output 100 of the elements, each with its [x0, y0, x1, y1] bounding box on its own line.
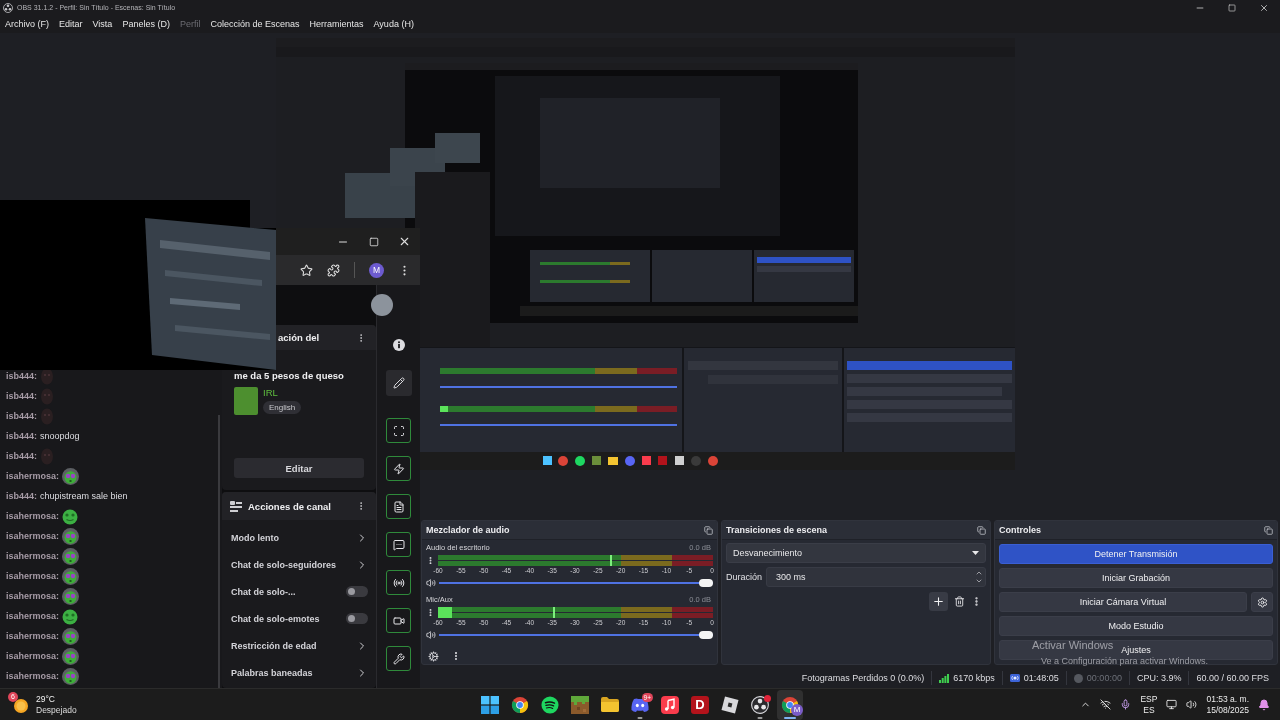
settings-button[interactable] [1251, 592, 1273, 612]
start-icon [481, 695, 499, 714]
kebab-icon[interactable] [426, 607, 435, 617]
tool-button[interactable] [386, 532, 411, 557]
speaker-icon[interactable] [426, 578, 436, 588]
action-label: Chat de solo-... [231, 586, 296, 597]
slider-thumb[interactable] [699, 631, 713, 639]
maximize-icon[interactable] [1228, 3, 1236, 12]
video-camera-icon [392, 614, 405, 627]
float-dock-icon[interactable] [704, 525, 713, 535]
chat-username[interactable]: isahermosa: [6, 671, 60, 681]
maximize-icon[interactable] [368, 236, 379, 247]
wrench-icon [392, 652, 405, 665]
gear-icon [1256, 596, 1268, 608]
action-label: Modo lento [231, 532, 279, 543]
taskbar-button[interactable]: D [687, 689, 713, 720]
taskbar-button[interactable]: M [777, 689, 803, 720]
speaker-icon[interactable] [426, 630, 436, 640]
monitor-icon[interactable] [1166, 699, 1178, 710]
volume-slider[interactable] [439, 579, 713, 587]
tool-button[interactable] [386, 456, 411, 481]
float-dock-icon[interactable] [1264, 525, 1273, 535]
duration-label: Duración [726, 572, 763, 582]
tool-button[interactable] [386, 570, 411, 595]
toggle-switch[interactable] [346, 613, 368, 624]
gear-icon[interactable] [428, 650, 439, 662]
category-link[interactable]: IRL [263, 387, 302, 398]
puzzle-icon[interactable] [327, 263, 340, 277]
frame-rate: 60.00 / 60.00 FPS [1196, 673, 1269, 683]
duration-spinbox[interactable]: 300 ms [766, 567, 986, 587]
chat-username[interactable]: isahermosa: [6, 571, 60, 581]
activation-title: Activar Windows [1032, 639, 1114, 651]
chat-username[interactable]: isb444: [6, 491, 38, 501]
info-icon[interactable] [392, 339, 405, 351]
control-button[interactable]: Iniciar Cámara Virtual [999, 592, 1247, 612]
wifi-off-icon[interactable] [1100, 699, 1112, 710]
emote-icon [62, 467, 80, 485]
record-time: 00:00:00 [1086, 673, 1122, 683]
transition-dropdown[interactable]: Desvanecimiento [726, 543, 986, 563]
emote-icon [62, 547, 80, 565]
obs-logo-icon [3, 2, 13, 13]
speaker-icon[interactable] [1186, 699, 1198, 710]
chat-username[interactable]: isb444: [6, 411, 38, 421]
chat-username[interactable]: isb444: [6, 391, 38, 401]
tool-button[interactable] [386, 418, 411, 443]
chat-username[interactable]: isahermosa: [6, 631, 60, 641]
menu-item[interactable]: Ayuda (H) [373, 19, 414, 29]
chat-username[interactable]: isahermosa: [6, 651, 60, 661]
bell-icon[interactable] [1258, 698, 1270, 711]
tool-button[interactable] [386, 608, 411, 633]
toggle-switch[interactable] [346, 586, 368, 597]
chat-username[interactable]: isb444: [6, 371, 38, 381]
scan-icon [392, 424, 405, 437]
chat-username[interactable]: isahermosa: [6, 471, 60, 481]
float-dock-icon[interactable] [977, 525, 986, 535]
emote-icon [40, 387, 55, 405]
menu-item[interactable]: Vista [92, 19, 113, 29]
panel-title: Controles [999, 525, 1041, 535]
microphone-icon[interactable] [1120, 699, 1132, 710]
trash-icon[interactable] [954, 596, 965, 607]
stream-title: me da 5 pesos de queso [234, 370, 345, 381]
control-button[interactable]: Modo Estudio [999, 616, 1273, 636]
chat-username[interactable]: isahermosa: [6, 531, 60, 541]
edit-button[interactable]: Editar [234, 458, 364, 478]
plus-icon [932, 595, 945, 608]
emote-icon [62, 507, 79, 525]
menu-item[interactable]: Paneles (D) [122, 19, 170, 29]
chat-username[interactable]: isahermosa: [6, 551, 60, 561]
emote-icon [40, 367, 55, 385]
edit-button[interactable] [385, 370, 412, 396]
profile-avatar[interactable]: M [369, 262, 384, 278]
chat-username[interactable]: isahermosa: [6, 591, 60, 601]
list-icon [230, 500, 242, 512]
avatar-placeholder[interactable] [371, 294, 393, 316]
category-thumbnail [234, 387, 258, 415]
kebab-icon[interactable] [426, 555, 435, 565]
menu-item[interactable]: Editar [59, 19, 83, 29]
close-icon[interactable] [1259, 2, 1269, 13]
lightning-icon [392, 462, 405, 475]
clock-time: 01:53 a. m. [1206, 693, 1249, 705]
chevron-down-icon[interactable] [975, 577, 983, 585]
menu-item[interactable]: Colección de Escenas [210, 19, 300, 29]
input-language: ESP [1140, 693, 1158, 705]
volume-slider[interactable] [439, 631, 713, 639]
chevron-up-icon[interactable] [975, 569, 983, 577]
keyboard-layout: ES [1143, 704, 1155, 716]
chat-username[interactable]: isahermosa: [6, 611, 60, 621]
star-icon[interactable] [300, 263, 313, 277]
chat-username[interactable]: isb444: [6, 451, 38, 461]
chat-username[interactable]: isb444: [6, 431, 38, 441]
menu-item[interactable]: Herramientas [309, 19, 364, 29]
slider-thumb[interactable] [699, 579, 713, 587]
chat-username[interactable]: isahermosa: [6, 511, 60, 521]
control-button[interactable]: Detener Transmisión [999, 544, 1273, 564]
menu-item[interactable]: Archivo (F) [5, 19, 49, 29]
close-icon[interactable] [398, 235, 411, 248]
tool-button[interactable] [386, 494, 411, 519]
control-button[interactable]: Iniciar Grabación [999, 568, 1273, 588]
add-button[interactable] [929, 592, 948, 611]
bitrate: 6170 kbps [953, 673, 995, 683]
